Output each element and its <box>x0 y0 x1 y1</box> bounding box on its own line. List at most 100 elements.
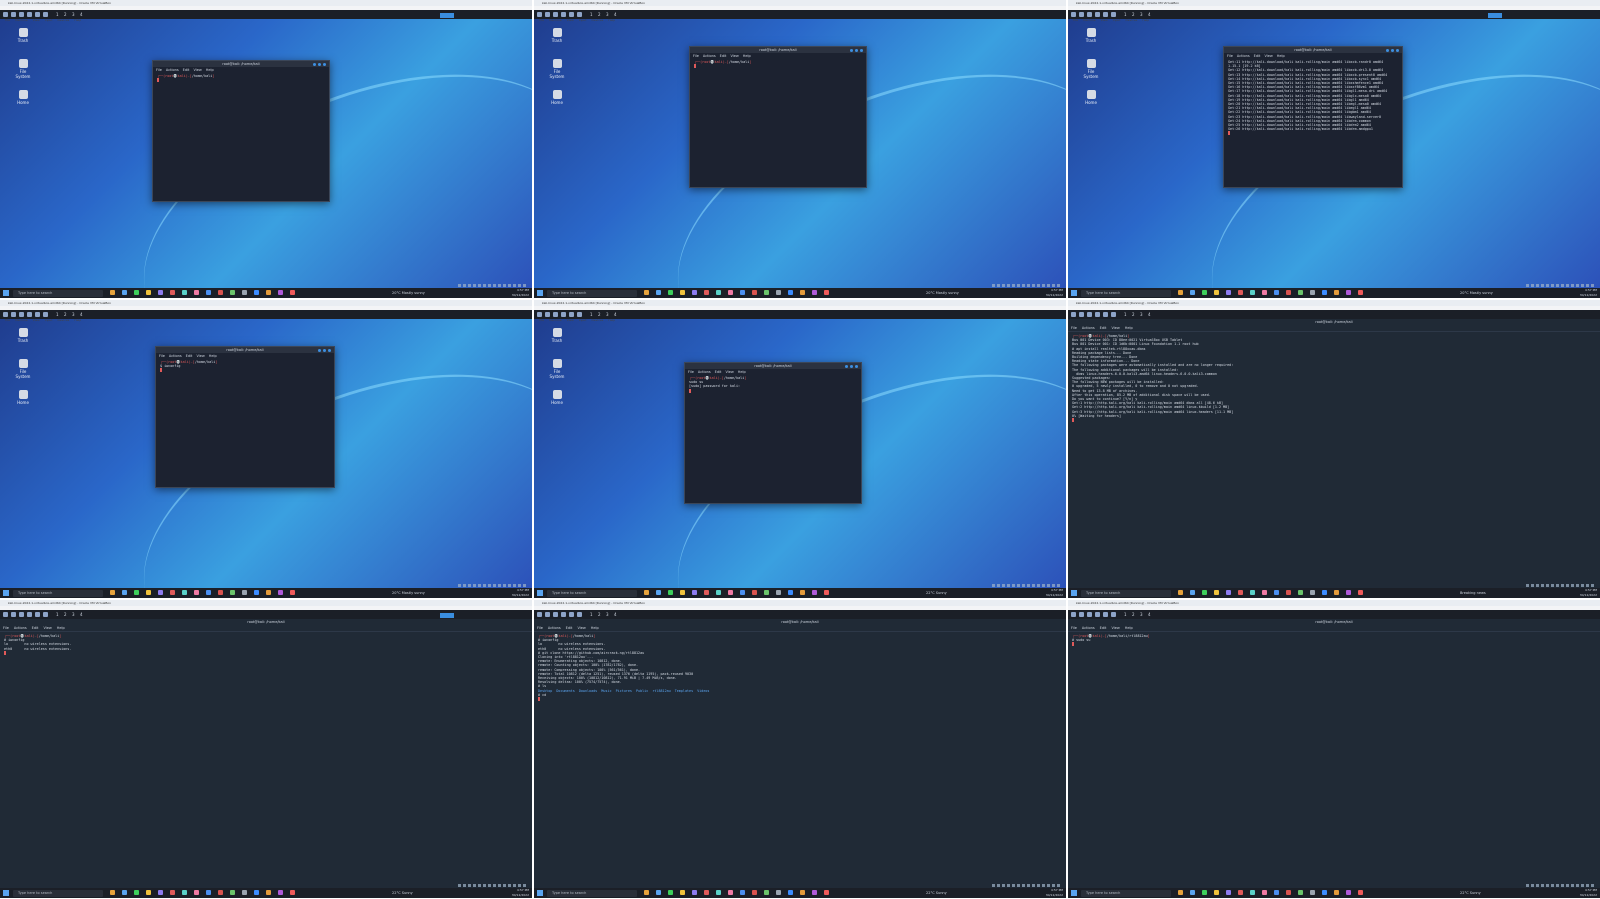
taskbar-app-icon[interactable] <box>254 290 259 295</box>
panel-launcher-icon[interactable] <box>561 12 566 17</box>
taskbar-app-icon[interactable] <box>170 590 175 595</box>
windows-start-icon[interactable] <box>1071 290 1077 296</box>
taskbar-app-icon[interactable] <box>728 890 733 895</box>
taskbar-app-icon[interactable] <box>194 590 199 595</box>
taskbar-app-icon[interactable] <box>716 290 721 295</box>
taskbar-app-icon[interactable] <box>1238 290 1243 295</box>
taskbar-clock[interactable]: 4:57 PM 30/12/2022 <box>1046 888 1063 898</box>
weather-widget[interactable]: 22°C Sunny <box>926 889 947 897</box>
taskbar-app-icon[interactable] <box>656 890 661 895</box>
taskbar-app-icon[interactable] <box>1310 290 1315 295</box>
panel-launcher-icon[interactable] <box>569 12 574 17</box>
maximize-icon[interactable] <box>323 348 326 352</box>
taskbar-app-icon[interactable] <box>1214 890 1219 895</box>
taskbar-app-icon[interactable] <box>740 890 745 895</box>
panel-launcher-icon[interactable] <box>545 612 550 617</box>
terminal-menu-item[interactable]: File <box>1071 626 1077 630</box>
taskbar-app-icon[interactable] <box>1250 590 1255 595</box>
taskbar-app-icon[interactable] <box>788 590 793 595</box>
taskbar-app-icon[interactable] <box>740 290 745 295</box>
taskbar-app-icon[interactable] <box>1178 890 1183 895</box>
terminal-menu-item[interactable]: File <box>693 54 699 58</box>
terminal-menu-item[interactable]: File <box>1071 326 1077 330</box>
workspace-switcher[interactable]: 1 <box>590 12 593 17</box>
taskbar-app-icon[interactable] <box>266 590 271 595</box>
panel-launcher-icon[interactable] <box>553 312 558 317</box>
workspace-switcher[interactable]: 4 <box>1148 12 1151 17</box>
taskbar-clock[interactable]: 4:57 PM 30/12/2022 <box>512 588 529 598</box>
taskbar-app-icon[interactable] <box>1274 890 1279 895</box>
windows-start-icon[interactable] <box>537 590 543 596</box>
terminal-window[interactable]: root@kali: /home/kali File Actions Edit View… <box>152 60 330 202</box>
taskbar-app-icon[interactable] <box>800 290 805 295</box>
taskbar-app-icon[interactable] <box>1226 890 1231 895</box>
panel-launcher-icon[interactable] <box>1071 312 1076 317</box>
workspace-switcher[interactable]: 3 <box>1140 612 1143 617</box>
taskbar-search-input[interactable]: Type here to search <box>547 889 637 897</box>
taskbar-app-icon[interactable] <box>122 290 127 295</box>
taskbar-app-icon[interactable] <box>1346 590 1351 595</box>
home-folder-icon[interactable]: Home <box>546 90 568 105</box>
taskbar-app-icon[interactable] <box>1358 290 1363 295</box>
taskbar-app-icon[interactable] <box>824 890 829 895</box>
taskbar-app-icon[interactable] <box>1238 590 1243 595</box>
taskbar-app-icon[interactable] <box>194 290 199 295</box>
panel-launcher-icon[interactable] <box>11 612 16 617</box>
workspace-switcher[interactable]: 1 <box>1124 312 1127 317</box>
panel-launcher-icon[interactable] <box>1087 12 1092 17</box>
close-icon[interactable] <box>323 62 326 66</box>
taskbar-app-icon[interactable] <box>1358 590 1363 595</box>
taskbar-app-icon[interactable] <box>1262 590 1267 595</box>
panel-launcher-icon[interactable] <box>577 12 582 17</box>
taskbar-app-icon[interactable] <box>134 290 139 295</box>
taskbar-app-icon[interactable] <box>266 890 271 895</box>
taskbar-app-icon[interactable] <box>788 890 793 895</box>
taskbar-app-icon[interactable] <box>1298 890 1303 895</box>
taskbar-app-icon[interactable] <box>1250 290 1255 295</box>
workspace-switcher[interactable]: 1 <box>1124 612 1127 617</box>
trash-icon[interactable]: Trash <box>12 328 34 343</box>
taskbar-app-icon[interactable] <box>146 290 151 295</box>
taskbar-app-icon[interactable] <box>680 290 685 295</box>
minimize-icon[interactable] <box>313 62 316 66</box>
taskbar-app-icon[interactable] <box>1334 290 1339 295</box>
panel-launcher-icon[interactable] <box>3 612 8 617</box>
terminal-menu-item[interactable]: View <box>43 626 51 630</box>
weather-widget[interactable]: Breaking news <box>1460 589 1486 597</box>
taskbar-app-icon[interactable] <box>716 590 721 595</box>
taskbar-app-icon[interactable] <box>728 590 733 595</box>
taskbar-app-icon[interactable] <box>122 590 127 595</box>
workspace-switcher[interactable]: 2 <box>598 612 601 617</box>
terminal-title-bar[interactable]: root@kali: /home/kali <box>153 61 329 67</box>
terminal-menu-item[interactable]: View <box>725 370 733 374</box>
terminal-menu-item[interactable]: View <box>577 626 585 630</box>
panel-launcher-icon[interactable] <box>561 612 566 617</box>
workspace-switcher[interactable]: 3 <box>606 612 609 617</box>
taskbar-app-icon[interactable] <box>254 890 259 895</box>
panel-launcher-icon[interactable] <box>3 312 8 317</box>
taskbar-app-icon[interactable] <box>1358 890 1363 895</box>
workspace-switcher[interactable]: 4 <box>614 312 617 317</box>
terminal-menu-item[interactable]: Actions <box>698 370 711 374</box>
workspace-switcher[interactable]: 1 <box>590 312 593 317</box>
panel-launcher-icon[interactable] <box>1103 612 1108 617</box>
panel-launcher-icon[interactable] <box>1095 312 1100 317</box>
terminal-title-bar[interactable]: root@kali: /home/kali <box>1224 47 1402 53</box>
windows-start-icon[interactable] <box>537 290 543 296</box>
terminal-menu-item[interactable]: Actions <box>1237 54 1250 58</box>
taskbar-app-icon[interactable] <box>266 290 271 295</box>
taskbar-app-icon[interactable] <box>290 590 295 595</box>
terminal-menu-item[interactable]: Edit <box>566 626 573 630</box>
terminal-menu-item[interactable]: File <box>688 370 694 374</box>
taskbar-app-icon[interactable] <box>1202 890 1207 895</box>
taskbar-app-icon[interactable] <box>278 890 283 895</box>
taskbar-app-icon[interactable] <box>776 590 781 595</box>
taskbar-search-input[interactable]: Type here to search <box>1081 589 1171 597</box>
minimize-icon[interactable] <box>318 348 321 352</box>
terminal-menu-item[interactable]: Help <box>209 354 217 358</box>
taskbar-app-icon[interactable] <box>656 290 661 295</box>
taskbar-app-icon[interactable] <box>1226 290 1231 295</box>
terminal-menu-item[interactable]: Help <box>1125 326 1133 330</box>
taskbar-app-icon[interactable] <box>110 590 115 595</box>
taskbar-app-icon[interactable] <box>1262 290 1267 295</box>
